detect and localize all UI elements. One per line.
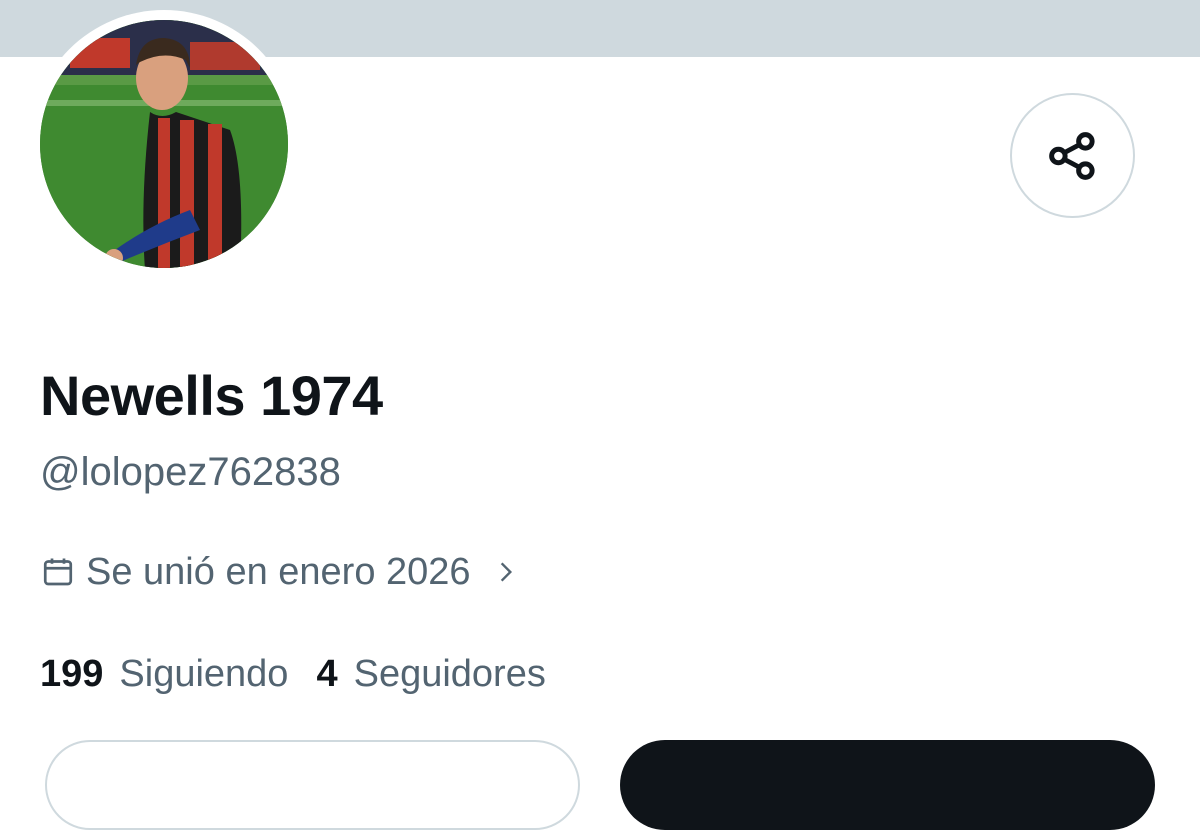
- avatar-photo: [40, 20, 288, 268]
- following-link[interactable]: 199 Siguiendo: [40, 653, 288, 696]
- avatar[interactable]: [30, 10, 298, 278]
- joined-date[interactable]: Se unió en enero 2026: [40, 546, 519, 598]
- secondary-action-button[interactable]: [45, 740, 580, 830]
- chevron-right-icon: [493, 559, 519, 585]
- joined-date-text: Se unió en enero 2026: [86, 550, 471, 593]
- following-label: Siguiendo: [119, 652, 289, 695]
- share-icon: [1046, 129, 1100, 183]
- followers-label: Seguidores: [353, 652, 546, 695]
- following-count: 199: [40, 652, 104, 695]
- followers-count: 4: [316, 652, 338, 695]
- followers-link[interactable]: 4 Seguidores: [316, 653, 545, 696]
- primary-action-button[interactable]: [620, 740, 1155, 830]
- profile-stats: 199 Siguiendo 4 Seguidores: [40, 646, 546, 702]
- display-name: Newells 1974: [40, 364, 383, 427]
- calendar-icon: [40, 554, 76, 590]
- user-handle: @lolopez762838: [40, 450, 341, 494]
- share-button[interactable]: [1010, 93, 1135, 218]
